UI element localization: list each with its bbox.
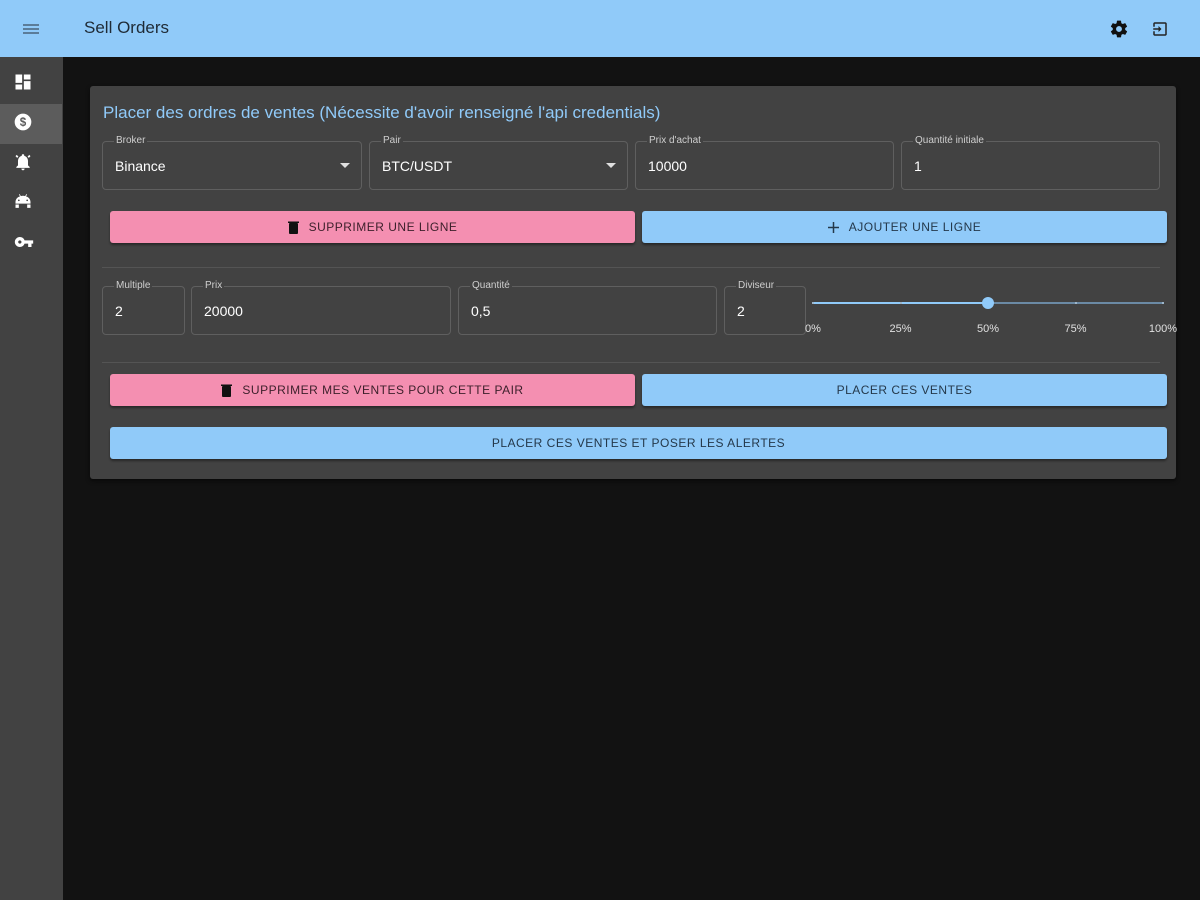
slider-tick [1162, 302, 1164, 304]
slider-mark-label: 100% [1148, 323, 1178, 335]
sidebar-item-bots[interactable] [0, 184, 62, 224]
slider-mark-label: 0% [805, 323, 821, 335]
delete-sales-label: SUPPRIMER MES VENTES POUR CETTE PAIR [242, 383, 524, 397]
pair-label: Pair [381, 134, 403, 148]
divisor-field[interactable]: Diviseur 2 [724, 279, 806, 335]
slider-tick [899, 302, 902, 304]
multiple-value: 2 [115, 303, 123, 319]
page-title: Sell Orders [84, 18, 170, 37]
app-bar: Sell Orders [0, 0, 1200, 57]
svg-text:$: $ [20, 116, 27, 129]
dashboard-icon [13, 72, 33, 97]
add-line-label: AJOUTER UNE LIGNE [848, 220, 982, 234]
divisor-value: 2 [737, 303, 745, 319]
trash-icon [221, 384, 233, 397]
sidebar-item-sell-orders[interactable]: $ [0, 104, 62, 144]
initial-quantity-value: 1 [914, 158, 922, 174]
alarm-icon [13, 152, 33, 177]
sidebar-item-api-keys[interactable] [0, 224, 62, 264]
broker-select[interactable]: Broker Binance [102, 134, 362, 190]
dollar-icon: $ [13, 112, 33, 137]
logout-icon[interactable] [1147, 16, 1173, 42]
divisor-label: Diviseur [736, 279, 777, 293]
quantity-value: 0,5 [471, 303, 491, 319]
sidebar-item-alerts[interactable] [0, 144, 62, 184]
divider [102, 267, 1160, 268]
delete-line-button[interactable]: SUPPRIMER UNE LIGNE [110, 211, 635, 243]
slider-tick [1074, 302, 1077, 304]
add-line-button[interactable]: AJOUTER UNE LIGNE [642, 211, 1167, 243]
place-sales-label: PLACER CES VENTES [836, 383, 973, 397]
broker-value: Binance [115, 158, 166, 174]
place-sales-alerts-label: PLACER CES VENTES ET POSER LES ALERTES [491, 436, 786, 450]
price-label: Prix [203, 279, 225, 293]
buy-price-label: Prix d'achat [647, 134, 703, 148]
key-icon [13, 232, 35, 257]
quantity-field[interactable]: Quantité 0,5 [458, 279, 717, 335]
pair-value: BTC/USDT [382, 158, 452, 174]
trash-icon [287, 221, 299, 234]
broker-label: Broker [114, 134, 148, 148]
initial-quantity-label: Quantité initiale [913, 134, 986, 148]
sidebar-item-dashboard[interactable] [0, 64, 62, 104]
price-field[interactable]: Prix 20000 [191, 279, 451, 335]
divider [102, 362, 1160, 363]
pair-select[interactable]: Pair BTC/USDT [369, 134, 628, 190]
chevron-down-icon [606, 163, 616, 168]
initial-quantity-field[interactable]: Quantité initiale 1 [901, 134, 1160, 190]
chevron-down-icon [340, 163, 350, 168]
slider-tick [812, 302, 814, 304]
card-title: Placer des ordres de ventes (Nécessite d… [103, 103, 661, 122]
slider-mark-label: 25% [889, 323, 912, 335]
multiple-field[interactable]: Multiple 2 [102, 279, 185, 335]
place-sales-button[interactable]: PLACER CES VENTES [642, 374, 1167, 406]
slider-mark-label: 75% [1064, 323, 1087, 335]
menu-icon[interactable] [18, 16, 44, 42]
plus-icon [827, 221, 839, 233]
place-sales-alerts-button[interactable]: PLACER CES VENTES ET POSER LES ALERTES [110, 427, 1167, 459]
delete-sales-button[interactable]: SUPPRIMER MES VENTES POUR CETTE PAIR [110, 374, 635, 406]
multiple-label: Multiple [114, 279, 153, 293]
buy-price-field[interactable]: Prix d'achat 10000 [635, 134, 894, 190]
price-value: 20000 [204, 303, 243, 319]
sell-orders-card: Placer des ordres de ventes (Nécessite d… [90, 86, 1177, 479]
slider-mark-label: 50% [976, 323, 1000, 335]
percent-slider[interactable]: 0% 25% 50% 75% 100% [805, 294, 1177, 344]
robot-icon [13, 192, 33, 217]
slider-thumb[interactable] [982, 297, 994, 309]
sidebar: $ [0, 57, 63, 900]
quantity-label: Quantité [470, 279, 512, 293]
gear-icon[interactable] [1106, 16, 1132, 42]
buy-price-value: 10000 [648, 158, 687, 174]
delete-line-label: SUPPRIMER UNE LIGNE [308, 220, 458, 234]
